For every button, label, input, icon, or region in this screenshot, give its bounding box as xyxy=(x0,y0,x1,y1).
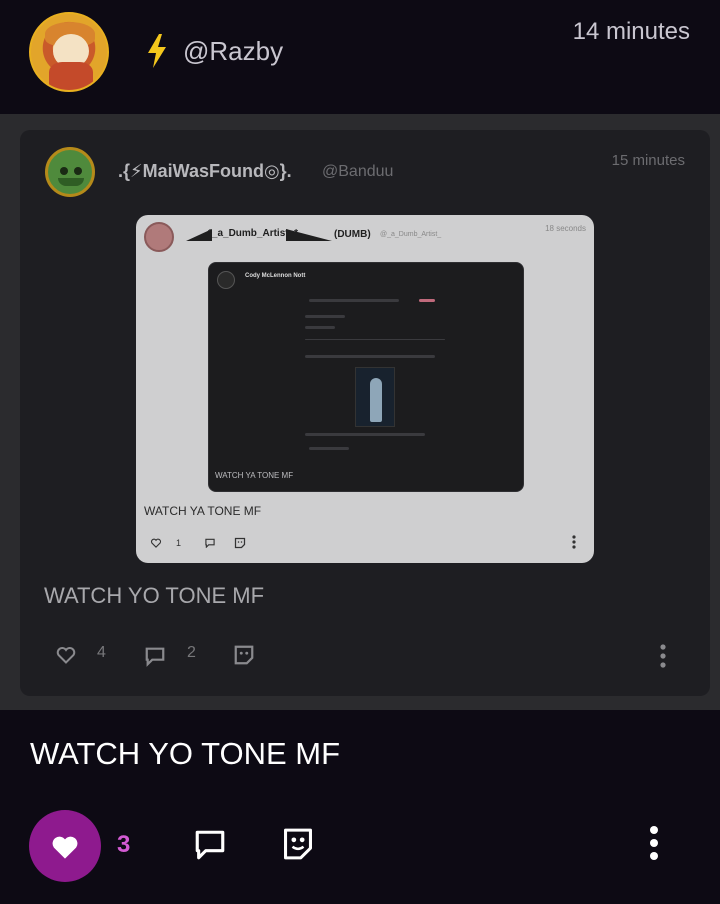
placeholder-line xyxy=(305,433,425,436)
placeholder-line xyxy=(309,299,399,302)
nested-author-handle[interactable]: @_a_Dumb_Artist_ xyxy=(380,231,441,238)
author-handle[interactable]: @Razby xyxy=(183,36,283,67)
like-count: 3 xyxy=(117,831,131,858)
more-options-button[interactable] xyxy=(646,826,662,864)
comment-icon[interactable] xyxy=(204,538,216,548)
nested-post-card[interactable]: *_a_Dumb_Artist_* (DUMB) @_a_Dumb_Artist… xyxy=(136,215,594,563)
heart-icon[interactable] xyxy=(150,538,162,548)
placeholder-line xyxy=(305,315,345,318)
post-text: WATCH YO TONE MF xyxy=(30,736,341,771)
nested-like-count: 1 xyxy=(176,538,182,548)
quoted-post-card[interactable]: .{⚡MaiWasFound◎}. @Banduu 15 minutes *_a… xyxy=(20,130,710,696)
placeholder-divider xyxy=(305,339,445,340)
comment-icon[interactable] xyxy=(193,828,227,862)
heart-icon xyxy=(52,836,78,859)
more-options-icon[interactable] xyxy=(660,644,666,668)
post-header: @Razby 14 minutes xyxy=(0,0,720,114)
comment-icon[interactable] xyxy=(144,645,166,667)
avatar-eye xyxy=(74,167,82,175)
screenshot-post-card[interactable]: Cody McLennon Nott WATCH YA TONE MF xyxy=(208,262,524,492)
sticker-icon[interactable] xyxy=(233,644,255,666)
avatar-mouth xyxy=(58,178,84,186)
author-avatar[interactable] xyxy=(29,12,109,92)
more-options-icon[interactable] xyxy=(572,535,576,549)
quoted-post-time: 15 minutes xyxy=(611,152,685,169)
screenshot-author-avatar xyxy=(217,271,235,289)
screenshot-author-name: Cody McLennon Nott xyxy=(245,273,306,279)
post-time: 14 minutes xyxy=(572,18,690,45)
quoted-like-count: 4 xyxy=(97,644,106,661)
more-dot xyxy=(650,826,658,834)
screenshot-image xyxy=(355,367,395,427)
nested-author-name[interactable]: *_a_Dumb_Artist_* xyxy=(208,228,298,239)
placeholder-line xyxy=(305,355,435,358)
nested-author-tag: (DUMB) xyxy=(334,229,371,240)
quoted-author-name[interactable]: .{⚡MaiWasFound◎}. xyxy=(118,161,292,182)
more-dot xyxy=(650,839,658,847)
avatar-body xyxy=(49,62,93,90)
placeholder-line xyxy=(309,447,349,450)
like-button[interactable] xyxy=(29,810,101,882)
name-decoration xyxy=(286,229,332,241)
heart-icon[interactable] xyxy=(56,645,76,665)
screenshot-post-text: WATCH YA TONE MF xyxy=(215,471,294,480)
quoted-post-text: WATCH YO TONE MF xyxy=(44,583,265,608)
sticker-icon[interactable] xyxy=(281,826,315,862)
nested-post-text: WATCH YA TONE MF xyxy=(144,504,262,518)
more-dot xyxy=(650,852,658,860)
quoted-comment-count: 2 xyxy=(187,644,196,661)
sticker-icon[interactable] xyxy=(234,537,246,549)
placeholder-line xyxy=(305,326,335,329)
quoted-author-handle[interactable]: @Banduu xyxy=(322,163,393,181)
avatar-eye xyxy=(60,167,68,175)
lightning-icon xyxy=(148,34,166,68)
placeholder-badge xyxy=(419,299,435,302)
nested-author-avatar[interactable] xyxy=(144,222,174,252)
quoted-author-avatar[interactable] xyxy=(45,147,95,197)
nested-post-time: 18 seconds xyxy=(545,224,586,233)
